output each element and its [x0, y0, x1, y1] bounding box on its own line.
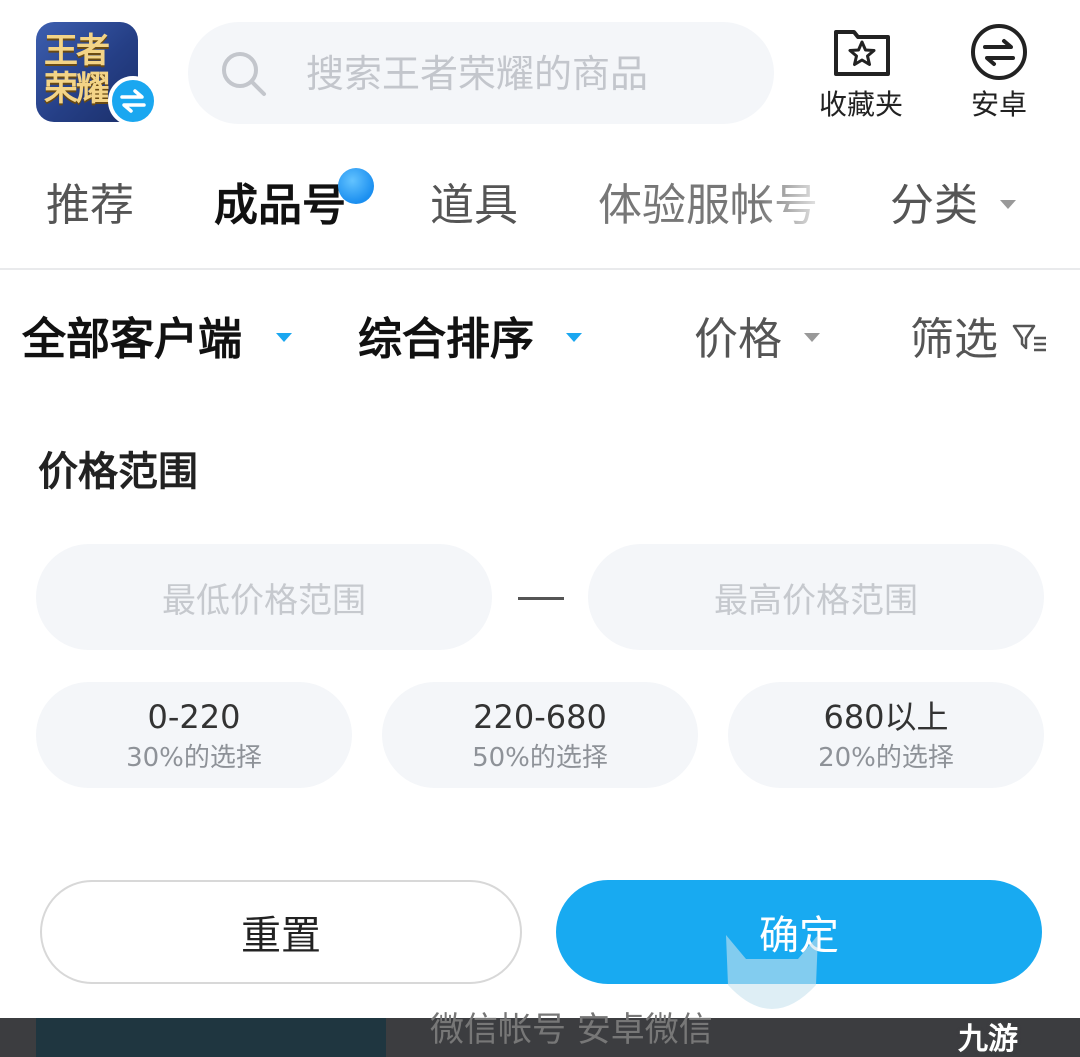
background-item-title: 微信帐号 安卓微信: [430, 1010, 713, 1050]
search-input[interactable]: 搜索王者荣耀的商品: [188, 22, 774, 124]
android-switch-button[interactable]: 安卓: [944, 20, 1054, 130]
new-indicator-dot: [338, 168, 374, 204]
header: 王者 荣耀 搜索王者荣耀的商品 收藏夹 安卓: [0, 0, 1080, 140]
cat-watermark-icon: [726, 935, 818, 1009]
tab-items[interactable]: 道具: [430, 178, 518, 234]
range-separator: [518, 597, 564, 600]
search-placeholder: 搜索王者荣耀的商品: [306, 52, 649, 96]
price-chip-0-220[interactable]: 0-220 30%的选择: [36, 682, 352, 788]
category-tabs: 推荐 成品号 道具 体验服帐号 分类: [0, 160, 1080, 260]
chip-range: 220-680: [473, 698, 607, 736]
client-filter[interactable]: 全部客户端: [22, 312, 242, 368]
chevron-down-icon: [566, 333, 582, 342]
switch-game-icon[interactable]: [108, 76, 158, 126]
swap-circle-icon: [971, 24, 1027, 80]
chevron-down-icon: [276, 333, 292, 342]
tab-recommend[interactable]: 推荐: [46, 178, 134, 234]
filter-button[interactable]: 筛选: [910, 312, 998, 368]
price-range-title: 价格范围: [38, 449, 198, 495]
folder-star-icon: [834, 30, 890, 76]
price-chip-680-plus[interactable]: 680以上 20%的选择: [728, 682, 1044, 788]
tab-category[interactable]: 分类: [890, 178, 978, 234]
chevron-down-icon: [804, 333, 820, 342]
reset-button[interactable]: 重置: [40, 880, 522, 984]
game-icon-text-line1: 王者: [44, 31, 110, 71]
chip-range: 0-220: [147, 698, 241, 736]
max-price-input[interactable]: 最高价格范围: [588, 544, 1044, 650]
chip-percent: 50%的选择: [472, 743, 608, 773]
chip-range: 680以上: [823, 698, 949, 736]
android-label: 安卓: [970, 88, 1027, 121]
watermark-logo: 九游: [958, 1022, 1018, 1057]
search-icon: [222, 52, 266, 96]
sort-filter[interactable]: 综合排序: [358, 312, 534, 368]
chip-percent: 20%的选择: [818, 743, 954, 773]
tab-finished-account[interactable]: 成品号: [214, 178, 346, 234]
background-thumbnail: [36, 1018, 386, 1057]
chevron-down-icon: [1000, 200, 1016, 209]
price-chip-220-680[interactable]: 220-680 50%的选择: [382, 682, 698, 788]
favorites-label: 收藏夹: [818, 88, 903, 121]
game-icon-text-line2: 荣耀: [44, 69, 110, 109]
divider: [0, 268, 1080, 270]
price-filter[interactable]: 价格: [694, 312, 782, 368]
favorites-button[interactable]: 收藏夹: [806, 20, 916, 130]
filter-icon: [1012, 324, 1046, 352]
chip-percent: 30%的选择: [126, 743, 262, 773]
min-price-input[interactable]: 最低价格范围: [36, 544, 492, 650]
tab-scroll-fade: [760, 170, 850, 250]
